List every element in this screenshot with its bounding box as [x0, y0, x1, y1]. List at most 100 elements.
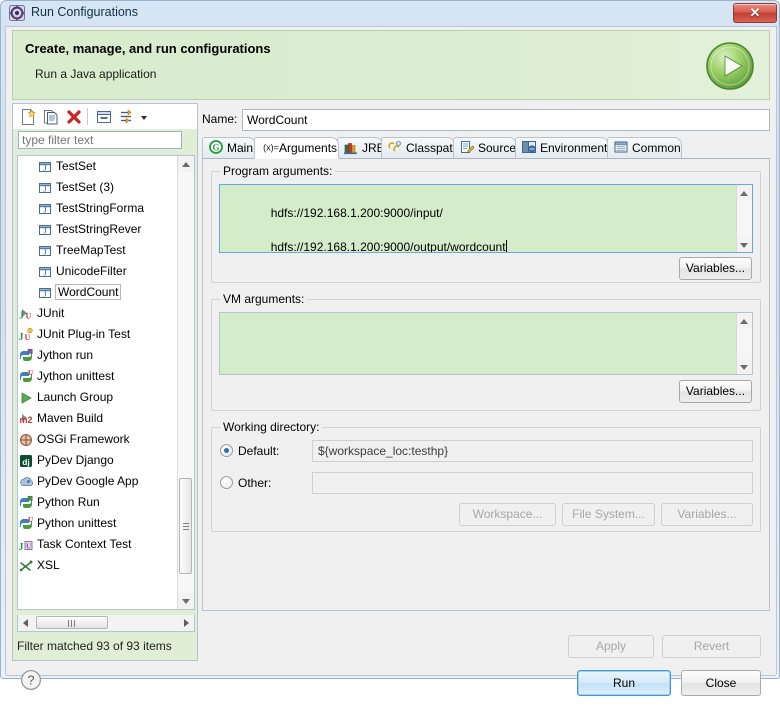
vm-arguments-textarea[interactable] [219, 312, 753, 375]
tree-item[interactable]: J UnicodeFilter [18, 261, 180, 282]
scroll-up-icon[interactable] [737, 185, 752, 200]
program-arguments-scrollbar[interactable] [736, 185, 752, 252]
tree-item[interactable]: PyDev Google App [18, 471, 180, 492]
osgi-icon [18, 432, 34, 448]
working-directory-default-label: Default: [238, 444, 280, 458]
working-directory-other-radio[interactable] [220, 476, 233, 489]
tree-item[interactable]: J TestSet (3) [18, 177, 180, 198]
python-unittest-icon: U [18, 516, 34, 532]
tab-arguments[interactable]: (x)= Arguments [254, 137, 339, 159]
delete-red-x-icon[interactable] [64, 107, 84, 127]
revert-button[interactable]: Revert [662, 635, 761, 658]
scroll-up-icon[interactable] [178, 156, 194, 172]
tab-source[interactable]: Source [453, 137, 517, 159]
program-arguments-line-1: hdfs://192.168.1.200:9000/input/ [270, 206, 443, 220]
common-icon [613, 139, 629, 155]
close-icon: ✕ [749, 5, 761, 20]
scroll-down-icon[interactable] [737, 237, 752, 252]
tree-item[interactable]: J TreeMapTest [18, 240, 180, 261]
chevron-down-icon[interactable] [137, 107, 151, 127]
tree-item[interactable]: J TestStringForma [18, 198, 180, 219]
tree-item[interactable]: Jython run [18, 345, 180, 366]
tree-item[interactable]: J U Task Context Test [18, 534, 180, 555]
svg-text:(x)=: (x)= [263, 143, 279, 153]
scroll-down-icon[interactable] [178, 593, 194, 609]
tree-item-label: Jython unittest [37, 369, 115, 383]
java-application-icon: J [37, 264, 53, 280]
program-arguments-variables-button[interactable]: Variables... [679, 257, 752, 280]
tab-common[interactable]: Common [607, 137, 682, 159]
close-button[interactable]: Close [681, 670, 761, 696]
tree-item-label: JUnit Plug-in Test [37, 327, 131, 341]
filter-input[interactable] [18, 131, 182, 149]
tree-item-label: Python Run [37, 495, 100, 509]
working-directory-filesystem-button[interactable]: File System... [562, 503, 655, 526]
tree-item[interactable]: Launch Group [18, 387, 180, 408]
run-configurations-icon [9, 5, 25, 21]
svg-text:U: U [28, 369, 33, 377]
close-window-button[interactable]: ✕ [733, 3, 777, 23]
copy-document-icon[interactable] [41, 107, 61, 127]
program-arguments-text: hdfs://192.168.1.200:9000/input/ hdfs://… [224, 188, 507, 252]
filter-icon[interactable] [117, 107, 137, 127]
tree-item[interactable]: J WordCount [18, 282, 180, 303]
tree-item-label: PyDev Google App [37, 474, 139, 488]
help-question-icon[interactable]: ? [20, 669, 42, 691]
scrollbar-thumb[interactable] [179, 478, 192, 574]
launch-configuration-tree[interactable]: J TestSet J TestSet (3) J TestStringForma J Tes… [17, 155, 195, 610]
tree-item[interactable]: J TestStringRever [18, 219, 180, 240]
svg-text:J: J [19, 310, 24, 321]
tree-vertical-scrollbar[interactable] [177, 156, 194, 609]
tree-item[interactable]: U Jython unittest [18, 366, 180, 387]
name-label: Name: [202, 112, 238, 126]
tree-horizontal-scrollbar[interactable] [17, 615, 195, 632]
new-document-icon[interactable] [18, 107, 38, 127]
vm-arguments-scrollbar[interactable] [736, 313, 752, 374]
tree-item[interactable]: J TestSet [18, 156, 180, 177]
tab-main[interactable]: G Main [202, 137, 256, 159]
svg-text:U: U [26, 311, 32, 320]
working-directory-default-radio[interactable] [220, 444, 233, 457]
program-arguments-textarea[interactable]: hdfs://192.168.1.200:9000/input/ hdfs://… [219, 184, 753, 253]
program-arguments-group: Program arguments: hdfs://192.168.1.200:… [211, 164, 761, 283]
program-arguments-label: Program arguments: [220, 164, 336, 178]
svg-text:dj: dj [22, 457, 30, 467]
tab-jre[interactable]: JRE [337, 137, 385, 159]
tree-item[interactable]: XSL [18, 555, 180, 576]
tree-item[interactable]: dj PyDev Django [18, 450, 180, 471]
working-directory-other-label: Other: [238, 476, 272, 490]
tree-item[interactable]: J U JUnit Plug-in Test [18, 324, 180, 345]
hscrollbar-thumb[interactable] [36, 616, 108, 629]
tab-environment[interactable]: Environment [515, 137, 609, 159]
vm-arguments-variables-button[interactable]: Variables... [679, 380, 752, 403]
svg-text:J: J [44, 185, 47, 194]
tab-label: Main [227, 141, 254, 155]
configuration-name-input[interactable] [242, 109, 770, 131]
title-bar: Run Configurations ✕ [1, 1, 780, 26]
scroll-right-icon[interactable] [178, 615, 194, 630]
apply-button[interactable]: Apply [568, 635, 654, 658]
working-directory-workspace-button[interactable]: Workspace... [459, 503, 556, 526]
tree-item[interactable]: U Python unittest [18, 513, 180, 534]
scroll-down-icon[interactable] [737, 359, 752, 374]
working-directory-variables-button[interactable]: Variables... [661, 503, 753, 526]
source-pencil-icon [459, 139, 475, 155]
tree-item[interactable]: m2 Maven Build [18, 408, 180, 429]
working-directory-other-input[interactable] [312, 472, 753, 494]
run-button[interactable]: Run [577, 670, 671, 696]
tree-item[interactable]: J U JUnit [18, 303, 180, 324]
scroll-left-icon[interactable] [18, 615, 34, 630]
tree-item-label: Task Context Test [37, 537, 132, 551]
tree-item[interactable]: Python Run [18, 492, 180, 513]
tree-item-label: OSGi Framework [37, 432, 130, 446]
tree-item[interactable]: OSGi Framework [18, 429, 180, 450]
google-app-engine-icon [18, 474, 34, 490]
tree-item-label: TestStringRever [56, 222, 142, 236]
task-context-test-icon: JU [18, 537, 34, 553]
tree-items: J TestSet J TestSet (3) J TestStringForma J Tes… [18, 156, 180, 609]
tab-classpath[interactable]: Classpath [381, 137, 459, 159]
scroll-up-icon[interactable] [737, 313, 752, 328]
svg-text:G: G [212, 143, 219, 153]
working-directory-label: Working directory: [220, 420, 323, 434]
collapse-all-icon[interactable] [94, 107, 114, 127]
